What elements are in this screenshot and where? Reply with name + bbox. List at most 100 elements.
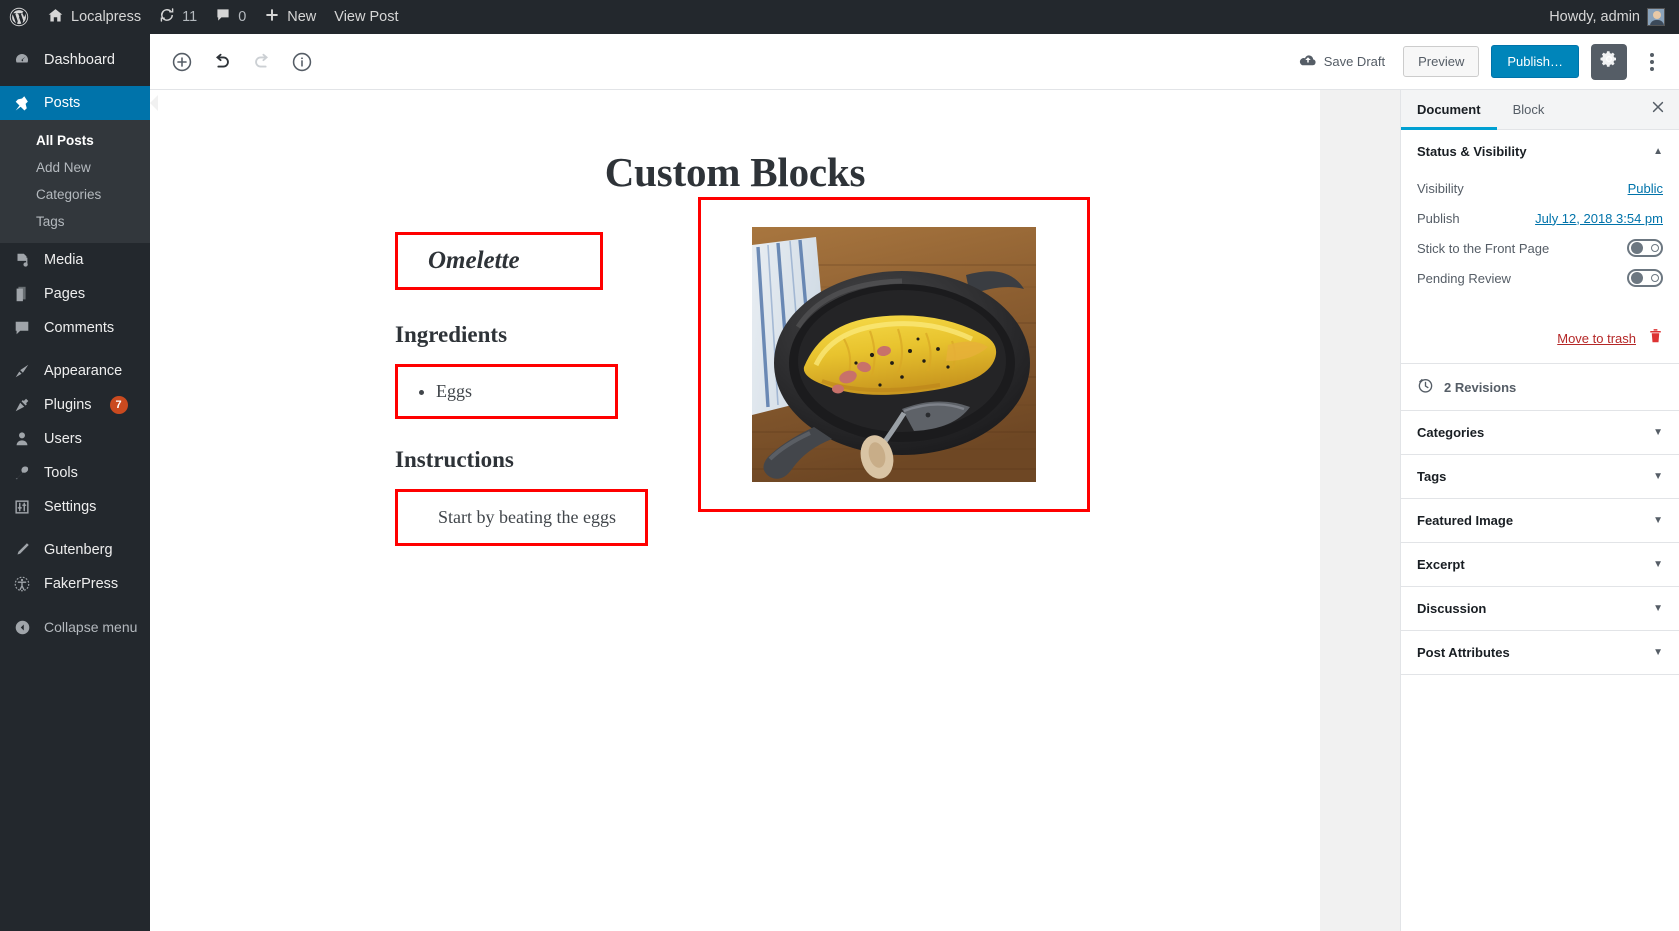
collapse-menu-button[interactable]: Collapse menu (0, 610, 150, 644)
preview-button[interactable]: Preview (1403, 45, 1480, 78)
revisions-link[interactable]: 2 Revisions (1401, 364, 1679, 410)
gear-icon (1599, 49, 1619, 74)
publish-button[interactable]: Publish… (1491, 44, 1579, 79)
admin-bar: Localpress 11 0 New View Post Howdy, adm… (0, 0, 1679, 34)
kebab-dot (1650, 52, 1654, 57)
undo-arrow-icon[interactable] (204, 44, 240, 80)
sidebar-item-gutenberg[interactable]: Gutenberg (0, 533, 150, 567)
revisions-clock-icon (1417, 377, 1434, 397)
discussion-panel-title: Discussion (1417, 601, 1487, 616)
page-title[interactable]: Custom Blocks (150, 148, 1320, 196)
view-post-label: View Post (334, 8, 399, 25)
status-visibility-header[interactable]: Status & Visibility ▲ (1401, 130, 1679, 173)
sidebar-item-plugins[interactable]: Plugins 7 (0, 388, 150, 422)
sidebar-item-label: FakerPress (44, 576, 119, 592)
tags-panel-title: Tags (1417, 469, 1447, 484)
menu-divider-gap-4 (0, 601, 150, 610)
ingredients-block[interactable]: Eggs (395, 364, 618, 419)
tab-document[interactable]: Document (1401, 90, 1497, 130)
save-draft-button[interactable]: Save Draft (1293, 48, 1391, 75)
updates-menu[interactable]: 11 (150, 0, 206, 34)
dashboard-icon (12, 51, 32, 69)
sidebar-item-comments[interactable]: Comments (0, 311, 150, 345)
toggle-knob (1631, 242, 1643, 254)
sidebar-item-appearance[interactable]: Appearance (0, 354, 150, 388)
sticky-toggle[interactable] (1627, 239, 1663, 257)
submenu-item-all-posts[interactable]: All Posts (0, 127, 150, 154)
categories-panel-header[interactable]: Categories ▼ (1401, 411, 1679, 454)
revisions-panel: 2 Revisions (1401, 364, 1679, 411)
excerpt-panel-title: Excerpt (1417, 557, 1465, 572)
sidebar-item-media[interactable]: Media (0, 243, 150, 277)
toggle-ring (1651, 274, 1659, 282)
discussion-panel-header[interactable]: Discussion ▼ (1401, 587, 1679, 630)
instructions-heading: Instructions (395, 447, 514, 472)
publish-date-link[interactable]: July 12, 2018 3:54 pm (1535, 211, 1663, 226)
pending-review-toggle[interactable] (1627, 269, 1663, 287)
caret-up-icon: ▲ (1653, 146, 1663, 157)
sidebar-item-label: Dashboard (44, 52, 115, 68)
featured-image-panel: Featured Image ▼ (1401, 499, 1679, 543)
excerpt-panel-header[interactable]: Excerpt ▼ (1401, 543, 1679, 586)
admin-sidebar-menu: Dashboard Posts All Posts Add New Catego… (0, 34, 158, 931)
sidebar-item-settings[interactable]: Settings (0, 490, 150, 524)
my-account-menu[interactable]: Howdy, admin (1540, 0, 1679, 34)
wordpress-logo-icon (9, 7, 29, 27)
caret-down-icon: ▼ (1653, 427, 1663, 438)
visibility-label: Visibility (1417, 180, 1464, 196)
submenu-item-add-new[interactable]: Add New (0, 154, 150, 181)
sidebar-item-users[interactable]: Users (0, 422, 150, 456)
editor-toolbar-right: Save Draft Preview Publish… (1293, 43, 1679, 80)
post-attributes-panel: Post Attributes ▼ (1401, 631, 1679, 675)
sidebar-item-label: Gutenberg (44, 542, 113, 558)
updates-icon (159, 7, 175, 27)
new-content-menu[interactable]: New (255, 0, 325, 34)
pushpin-icon (12, 94, 32, 112)
avatar (1647, 8, 1665, 26)
wp-logo-menu[interactable] (0, 0, 38, 34)
site-name-menu[interactable]: Localpress (38, 0, 150, 34)
sidebar-item-pages[interactable]: Pages (0, 277, 150, 311)
submenu-item-categories[interactable]: Categories (0, 181, 150, 208)
new-label: New (287, 8, 317, 25)
sidebar-item-fakerpress[interactable]: FakerPress (0, 567, 150, 601)
sidebar-item-tools[interactable]: Tools (0, 456, 150, 490)
instructions-block[interactable]: Start by beating the eggs (395, 489, 648, 546)
discussion-panel: Discussion ▼ (1401, 587, 1679, 631)
trash-can-icon[interactable] (1648, 327, 1663, 349)
status-visibility-title: Status & Visibility (1417, 144, 1527, 159)
sticky-label: Stick to the Front Page (1417, 240, 1550, 256)
sidebar-item-label: Media (44, 252, 84, 268)
more-menu-button[interactable] (1639, 44, 1665, 80)
settings-toggle-button[interactable] (1591, 43, 1627, 80)
submenu-item-tags[interactable]: Tags (0, 208, 150, 235)
tab-block[interactable]: Block (1497, 90, 1561, 129)
sidebar-item-label: Appearance (44, 363, 123, 379)
editor-toolbar-left (150, 44, 320, 80)
redo-arrow-icon[interactable] (244, 44, 280, 80)
move-to-trash-row: Move to trash (1401, 311, 1679, 363)
visibility-value-link[interactable]: Public (1628, 181, 1663, 196)
caret-down-icon: ▼ (1653, 559, 1663, 570)
editor-canvas: Custom Blocks Omelette Ingredients Eggs … (150, 90, 1320, 931)
image-block[interactable] (698, 197, 1090, 512)
comments-count: 0 (238, 9, 247, 25)
move-to-trash-link[interactable]: Move to trash (1557, 331, 1636, 346)
pencil-icon (12, 541, 32, 559)
media-icon (12, 251, 32, 269)
close-sidebar-button[interactable] (1637, 90, 1679, 129)
content-info-icon[interactable] (284, 44, 320, 80)
featured-image-panel-header[interactable]: Featured Image ▼ (1401, 499, 1679, 542)
tags-panel-header[interactable]: Tags ▼ (1401, 455, 1679, 498)
comments-menu[interactable]: 0 (206, 0, 255, 34)
sidebar-item-posts[interactable]: Posts (0, 86, 158, 120)
post-content-columns: Omelette Ingredients Eggs Instructions S… (150, 197, 1320, 546)
sidebar-item-dashboard[interactable]: Dashboard (0, 43, 150, 77)
menu-divider-gap-2 (0, 345, 150, 354)
post-attributes-panel-header[interactable]: Post Attributes ▼ (1401, 631, 1679, 674)
add-block-plus-icon[interactable] (164, 44, 200, 80)
recipe-name-block[interactable]: Omelette (395, 232, 603, 290)
view-post-link[interactable]: View Post (325, 0, 407, 34)
caret-down-icon: ▼ (1653, 603, 1663, 614)
site-name-label: Localpress (71, 8, 142, 25)
